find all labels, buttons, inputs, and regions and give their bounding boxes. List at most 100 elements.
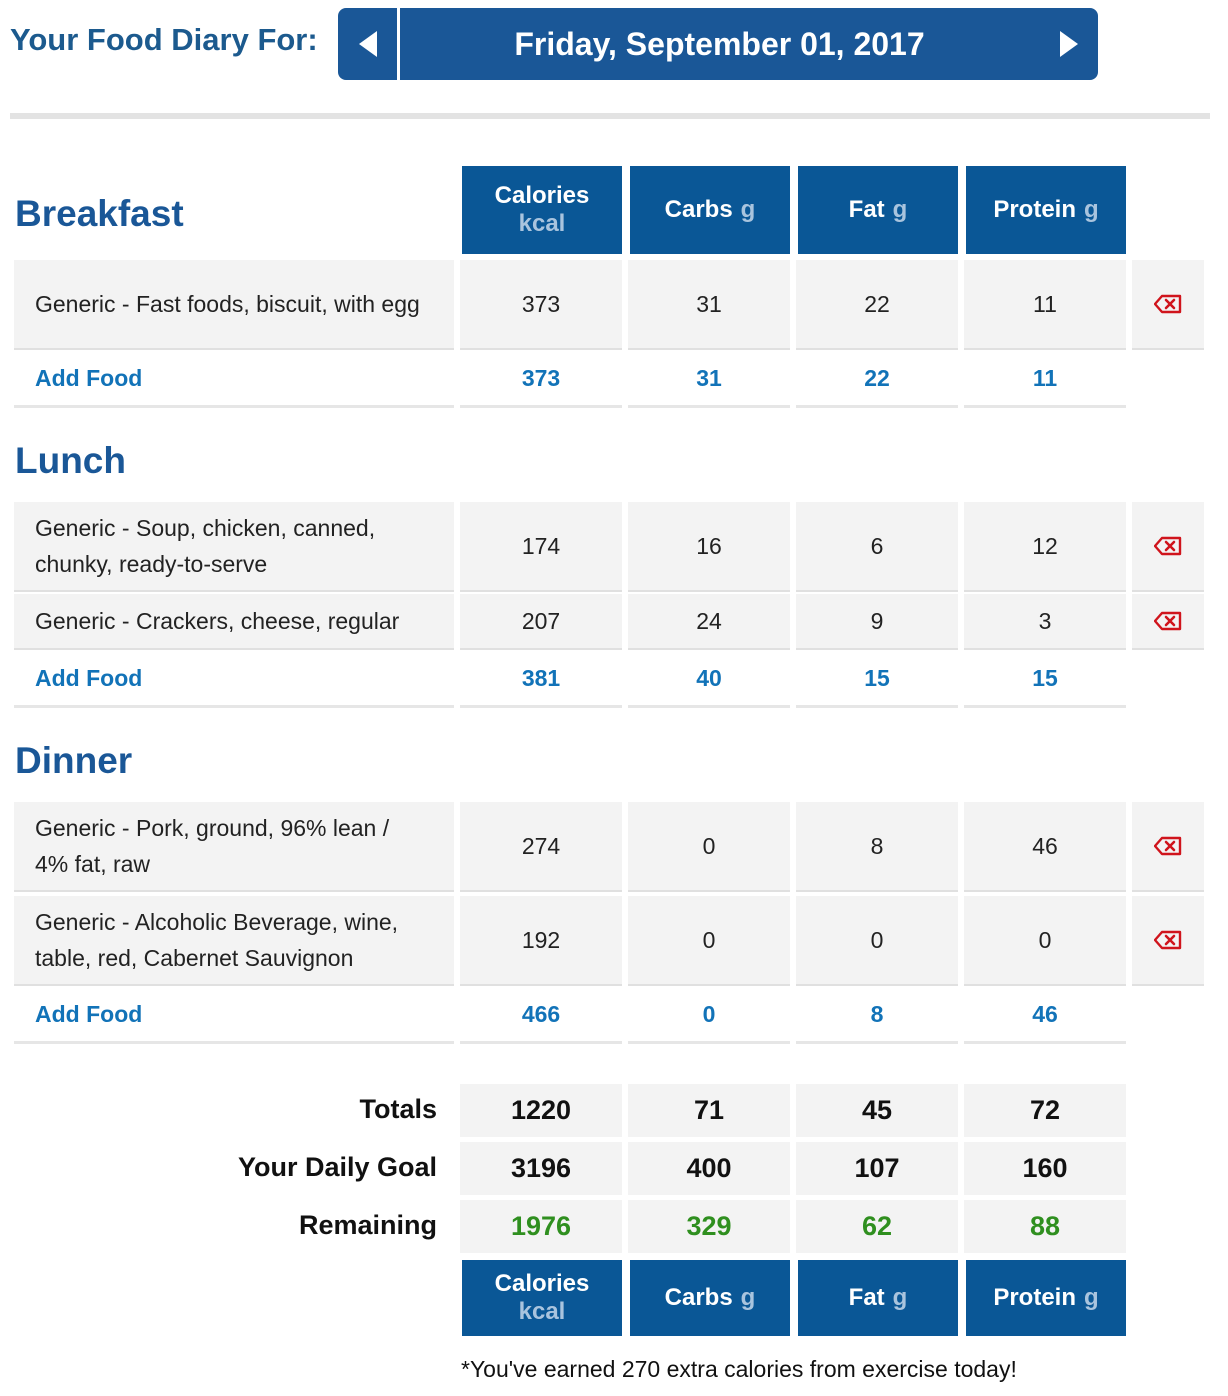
column-unit: g (1084, 1284, 1099, 1311)
exercise-calories-note: *You've earned 270 extra calories from e… (461, 1356, 1017, 1382)
meal-total-calories: 373 (460, 352, 622, 408)
food-item-fat: 8 (796, 802, 958, 892)
meal-total-protein: 11 (964, 352, 1126, 408)
footer-column-header-protein[interactable]: Protein g (966, 1260, 1126, 1336)
food-item-calories: 174 (460, 502, 622, 592)
add-food-link-breakfast[interactable]: Add Food (14, 352, 454, 408)
food-item-fat: 22 (796, 260, 958, 350)
column-unit: g (892, 196, 908, 223)
goal-protein: 160 (964, 1142, 1126, 1198)
food-item-calories: 274 (460, 802, 622, 892)
totals-label: Totals (359, 1094, 437, 1124)
add-food-link-lunch[interactable]: Add Food (14, 652, 454, 708)
meal-total-carbs: 40 (628, 652, 790, 708)
delete-backspace-icon (1154, 294, 1182, 314)
totals-carbs: 71 (628, 1084, 790, 1140)
column-label: Protein (993, 1284, 1076, 1311)
column-label: Calories (494, 182, 590, 209)
meal-title-dinner: Dinner (15, 740, 133, 781)
column-label: Fat (848, 1284, 885, 1311)
column-label: Calories (494, 1270, 590, 1297)
goal-carbs: 400 (628, 1142, 790, 1198)
remaining-calories: 1976 (460, 1200, 622, 1256)
delete-food-button[interactable] (1132, 896, 1204, 986)
food-item-name[interactable]: Generic - Pork, ground, 96% lean / 4% fa… (14, 802, 454, 892)
meal-total-protein: 46 (964, 988, 1126, 1044)
food-item-fat: 9 (796, 594, 958, 650)
food-item-protein: 3 (964, 594, 1126, 650)
header-divider (10, 113, 1210, 119)
previous-day-button[interactable] (338, 8, 397, 80)
food-item-carbs: 0 (628, 896, 790, 986)
food-item-name[interactable]: Generic - Crackers, cheese, regular (14, 594, 454, 650)
delete-food-button[interactable] (1132, 594, 1204, 650)
remaining-label: Remaining (298, 1210, 437, 1240)
goal-fat: 107 (796, 1142, 958, 1198)
food-item-calories: 373 (460, 260, 622, 350)
column-unit: g (892, 1284, 908, 1311)
delete-food-button[interactable] (1132, 802, 1204, 892)
column-unit: g (1084, 196, 1099, 223)
column-unit: kcal (518, 210, 566, 237)
food-item-fat: 6 (796, 502, 958, 592)
food-item-calories: 192 (460, 896, 622, 986)
delete-backspace-icon (1154, 930, 1182, 950)
column-label: Fat (848, 196, 885, 223)
column-unit: g (740, 196, 756, 223)
column-header-fat[interactable]: Fat g (798, 166, 958, 254)
totals-calories: 1220 (460, 1084, 622, 1140)
column-header-protein[interactable]: Protein g (966, 166, 1126, 254)
meal-total-carbs: 31 (628, 352, 790, 408)
triangle-right-icon (1059, 31, 1078, 57)
goal-calories: 3196 (460, 1142, 622, 1198)
column-header-carbs[interactable]: Carbs g (630, 166, 790, 254)
totals-fat: 45 (796, 1084, 958, 1140)
meal-total-fat: 8 (796, 988, 958, 1044)
remaining-protein: 88 (964, 1200, 1126, 1256)
meal-total-calories: 381 (460, 652, 622, 708)
column-label: Carbs (664, 196, 733, 223)
meal-total-carbs: 0 (628, 988, 790, 1044)
food-item-protein: 11 (964, 260, 1126, 350)
delete-food-button[interactable] (1132, 502, 1204, 592)
meal-title-lunch: Lunch (15, 440, 126, 481)
food-item-name[interactable]: Generic - Fast foods, biscuit, with egg (14, 260, 454, 350)
meal-total-protein: 15 (964, 652, 1126, 708)
column-label: Protein (993, 196, 1076, 223)
food-item-protein: 46 (964, 802, 1126, 892)
food-item-protein: 0 (964, 896, 1126, 986)
page-title: Your Food Diary For: (10, 22, 318, 57)
remaining-fat: 62 (796, 1200, 958, 1256)
meal-total-calories: 466 (460, 988, 622, 1044)
food-item-carbs: 31 (628, 260, 790, 350)
food-item-protein: 12 (964, 502, 1126, 592)
meal-title-breakfast: Breakfast (15, 193, 184, 234)
date-navigator: Friday, September 01, 2017 (338, 8, 1098, 80)
footer-column-header-fat[interactable]: Fat g (798, 1260, 958, 1336)
food-item-name[interactable]: Generic - Soup, chicken, canned, chunky,… (14, 502, 454, 592)
column-unit: g (740, 1284, 756, 1311)
food-item-fat: 0 (796, 896, 958, 986)
next-day-button[interactable] (1039, 8, 1098, 80)
food-item-calories: 207 (460, 594, 622, 650)
remaining-carbs: 329 (628, 1200, 790, 1256)
meal-total-fat: 22 (796, 352, 958, 408)
totals-protein: 72 (964, 1084, 1126, 1140)
food-item-carbs: 24 (628, 594, 790, 650)
current-date[interactable]: Friday, September 01, 2017 (400, 8, 1039, 80)
food-item-carbs: 0 (628, 802, 790, 892)
footer-column-header-carbs[interactable]: Carbs g (630, 1260, 790, 1336)
add-food-link-dinner[interactable]: Add Food (14, 988, 454, 1044)
column-label: Carbs (664, 1284, 733, 1311)
meal-total-fat: 15 (796, 652, 958, 708)
daily-goal-label: Your Daily Goal (237, 1152, 437, 1182)
triangle-left-icon (358, 31, 377, 57)
delete-food-button[interactable] (1132, 260, 1204, 350)
delete-backspace-icon (1154, 536, 1182, 556)
column-header-calories[interactable]: Calories kcal (462, 166, 622, 254)
food-item-name[interactable]: Generic - Alcoholic Beverage, wine, tabl… (14, 896, 454, 986)
delete-backspace-icon (1154, 611, 1182, 631)
food-item-carbs: 16 (628, 502, 790, 592)
column-unit: kcal (518, 1298, 566, 1325)
footer-column-header-calories[interactable]: Calories kcal (462, 1260, 622, 1336)
